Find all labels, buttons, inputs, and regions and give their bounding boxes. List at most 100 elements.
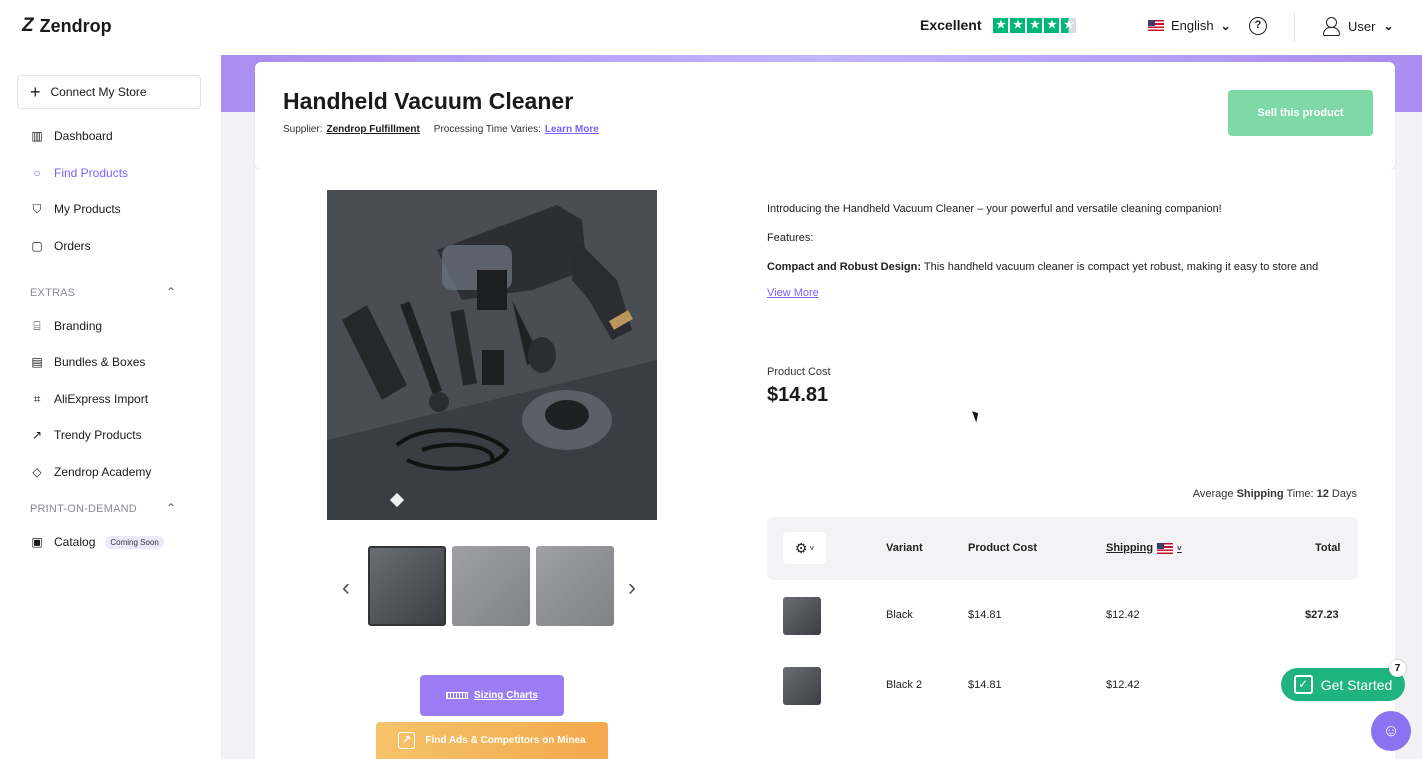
sidebar-item-label: Find Products — [54, 166, 129, 180]
clipboard-icon: ▢ — [31, 239, 43, 253]
product-cost-label: Product Cost — [767, 366, 831, 378]
image-icon: ▣ — [31, 535, 43, 549]
trustpilot-rating[interactable]: Excellent ★ ★ ★ ★ ★ — [920, 17, 1077, 33]
box-icon: ▤ — [31, 355, 43, 369]
product-cost-value: $14.81 — [767, 384, 829, 406]
thumbnail-image[interactable] — [452, 546, 530, 626]
branding-icon: ⌸ — [33, 319, 41, 333]
product-main-image[interactable] — [327, 190, 657, 520]
brand-logo[interactable]: Z Zendrop — [22, 15, 112, 37]
get-started-button[interactable]: ✓ Get Started — [1281, 668, 1405, 701]
sidebar-item-dashboard[interactable]: ▥ Dashboard — [30, 129, 113, 143]
variant-total: $27.23 — [1305, 609, 1339, 621]
language-selector[interactable]: English ⌄ — [1148, 18, 1231, 33]
shipping-note-prefix: Average — [1192, 488, 1237, 500]
view-more-link[interactable]: View More — [767, 287, 819, 299]
chevron-down-icon: ⌄ — [1383, 19, 1394, 33]
brand-name: Zendrop — [39, 15, 112, 36]
star-icon: ★ — [1010, 17, 1026, 33]
processing-text: Processing Time Varies: — [433, 124, 541, 135]
import-icon: ⌗ — [33, 392, 41, 406]
support-chat-button[interactable]: ☺ — [1371, 711, 1411, 751]
minea-label: Find Ads & Competitors on Minea — [425, 735, 586, 746]
sidebar-item-my-products[interactable]: ⛉ My Products — [30, 202, 120, 216]
header-divider — [1294, 12, 1295, 42]
user-label: User — [1348, 18, 1376, 34]
sell-product-button[interactable]: Sell this product — [1228, 90, 1373, 136]
feature-bold: Compact and Robust Design: — [767, 261, 922, 273]
shipping-days: 12 — [1316, 488, 1329, 500]
us-flag-icon — [1148, 20, 1164, 31]
section-label-extras: EXTRAS — [30, 287, 76, 299]
supplier-link[interactable]: Zendrop Fulfillment — [326, 124, 419, 135]
chevron-down-icon: ⌄ — [1220, 18, 1231, 33]
features-label: Features: — [767, 232, 814, 244]
sidebar-item-aliexpress[interactable]: ⌗ AliExpress Import — [30, 392, 148, 406]
ruler-icon — [446, 692, 469, 699]
sidebar-item-find-products[interactable]: ○ Find Products — [30, 166, 128, 180]
sidebar-item-label: Dashboard — [54, 129, 113, 143]
supplier-line: Supplier: Zendrop Fulfillment Processing… — [283, 124, 599, 135]
sidebar: + Connect My Store ▥ Dashboard ○ Find Pr… — [0, 55, 221, 759]
star-icon: ★ — [1044, 17, 1060, 33]
bar-chart-icon: ▥ — [31, 129, 43, 143]
prev-image-arrow[interactable]: ‹ — [342, 574, 350, 602]
image-thumbnails — [368, 546, 614, 626]
sidebar-item-label: Catalog — [54, 535, 96, 549]
sidebar-item-label: Orders — [54, 239, 91, 253]
graduation-cap-icon: ◇ — [32, 465, 42, 479]
sidebar-item-orders[interactable]: ▢ Orders — [30, 239, 91, 253]
variant-name: Black 2 — [886, 679, 923, 691]
thumbnail-image[interactable] — [536, 546, 614, 626]
gear-icon: ⚙ — [794, 539, 808, 556]
us-flag-icon — [1157, 542, 1174, 554]
section-label-pod: PRINT-ON-DEMAND — [30, 503, 137, 515]
user-menu[interactable]: User ⌄ — [1322, 16, 1394, 36]
variant-shipping: $12.42 — [1106, 609, 1140, 621]
column-header-shipping: Shipping — [1106, 542, 1154, 554]
sidebar-item-academy[interactable]: ◇ Zendrop Academy — [30, 465, 151, 479]
variant-cost: $14.81 — [968, 679, 1002, 691]
sidebar-item-catalog[interactable]: ▣ Catalog Coming Soon — [30, 535, 164, 549]
get-started-count-badge: 7 — [1389, 660, 1406, 677]
search-icon: ○ — [33, 166, 41, 180]
product-intro: Introducing the Handheld Vacuum Cleaner … — [767, 203, 1222, 215]
table-settings-button[interactable]: ⚙ ˅ — [783, 532, 826, 564]
chevron-up-icon[interactable]: ⌃ — [166, 501, 176, 515]
feature-text: This handheld vacuum cleaner is compact … — [921, 261, 1319, 273]
support-agent-icon: ☺ — [1382, 721, 1400, 740]
sidebar-item-bundles[interactable]: ▤ Bundles & Boxes — [30, 355, 145, 369]
top-bar: Z Zendrop Excellent ★ ★ ★ ★ ★ English ⌄ … — [0, 0, 1422, 55]
chevron-down-icon: ˅ — [809, 543, 815, 553]
half-star-icon: ★ — [1061, 17, 1077, 33]
connect-store-button[interactable]: + Connect My Store — [17, 75, 201, 109]
sidebar-item-label: Trendy Products — [54, 428, 142, 442]
learn-more-link[interactable]: Learn More — [545, 124, 599, 135]
plus-icon: + — [30, 82, 41, 102]
sizing-charts-button[interactable]: Sizing Charts — [420, 675, 564, 716]
column-header-variant: Variant — [886, 542, 923, 554]
help-icon[interactable]: ? — [1249, 17, 1267, 35]
page-title: Handheld Vacuum Cleaner — [283, 88, 574, 114]
minea-ads-button[interactable]: ↗ Find Ads & Competitors on Minea — [376, 722, 608, 759]
shipping-note-mid: Time: — [1283, 488, 1317, 500]
chevron-up-icon[interactable]: ⌃ — [166, 285, 176, 299]
feature-line: Compact and Robust Design: This handheld… — [767, 261, 1318, 273]
variant-table-header — [767, 517, 1358, 580]
sidebar-item-label: Zendrop Academy — [54, 465, 152, 479]
shipping-country-selector[interactable]: Shipping ˅ — [1106, 542, 1182, 554]
next-image-arrow[interactable]: › — [628, 574, 636, 602]
sidebar-item-label: Branding — [54, 319, 103, 333]
column-header-total: Total — [1315, 542, 1341, 554]
thumbnail-image[interactable] — [368, 546, 446, 626]
sidebar-item-branding[interactable]: ⌸ Branding — [30, 319, 102, 333]
trend-chart-icon: ↗ — [31, 428, 43, 442]
shirt-icon: ⛉ — [32, 202, 42, 216]
sidebar-item-trendy[interactable]: ↗ Trendy Products — [30, 428, 142, 442]
shipping-note-suffix: Days — [1328, 488, 1357, 500]
sizing-charts-label: Sizing Charts — [474, 690, 538, 701]
variant-thumbnail[interactable] — [783, 597, 821, 635]
variant-thumbnail[interactable] — [783, 667, 821, 705]
rating-stars: ★ ★ ★ ★ ★ — [993, 17, 1077, 33]
user-icon — [1322, 16, 1340, 36]
